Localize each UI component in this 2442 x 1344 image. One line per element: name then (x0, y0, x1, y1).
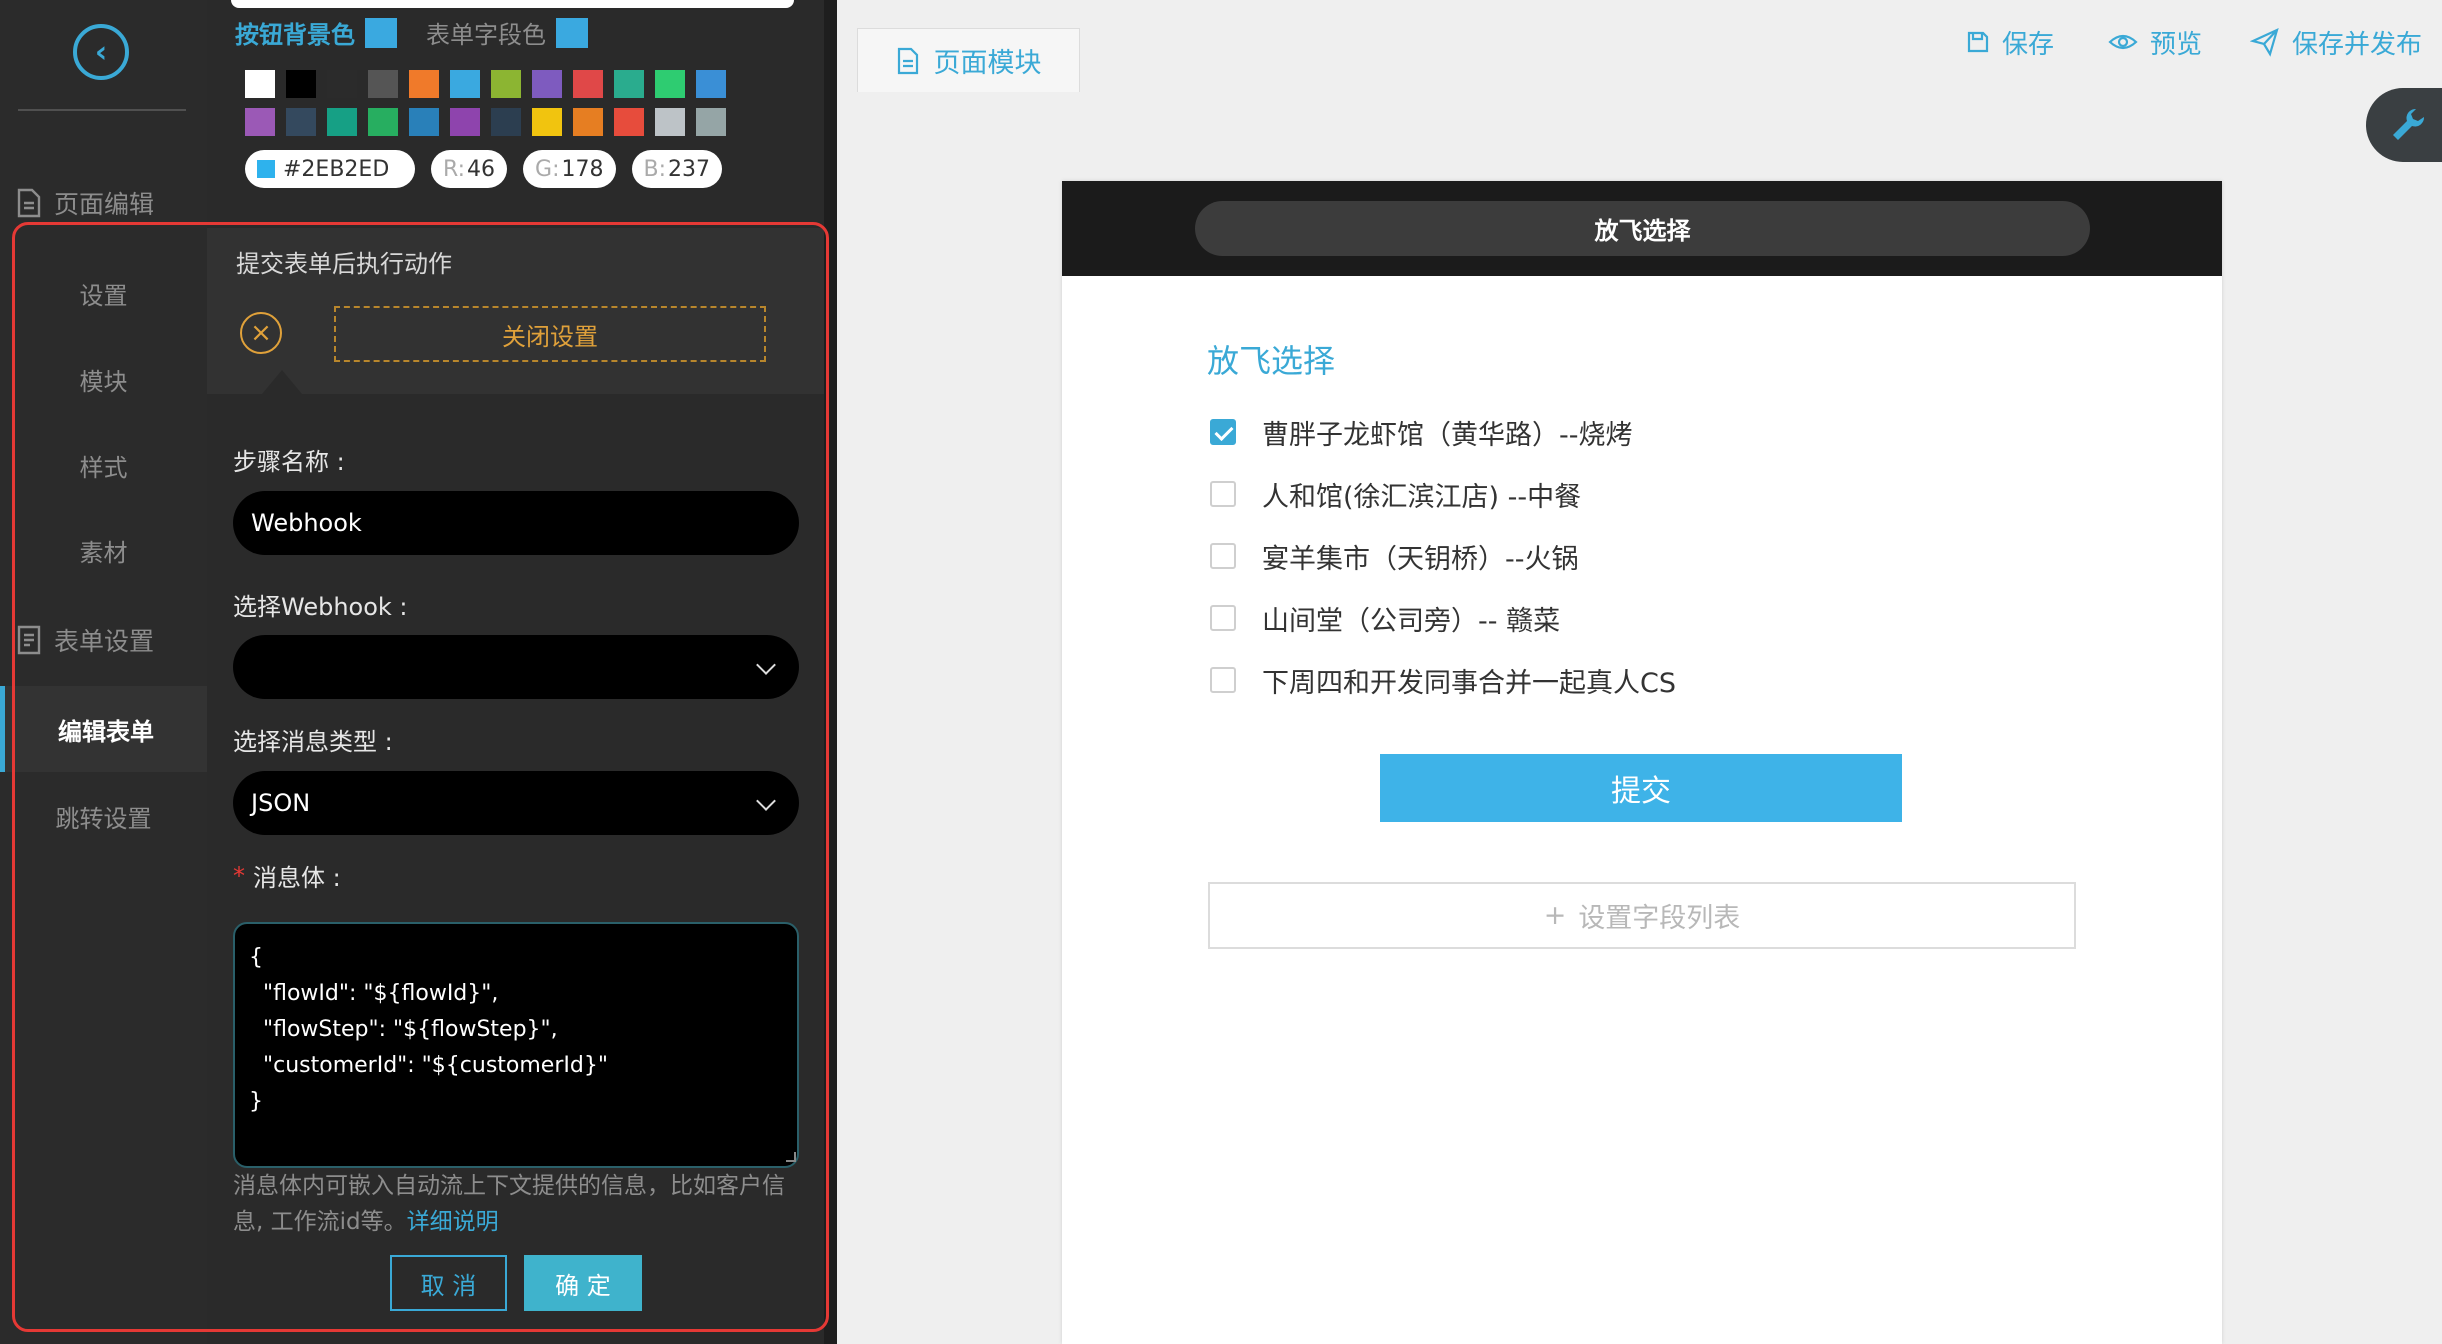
save-publish-label: 保存并发布 (2292, 29, 2423, 60)
color-swatch[interactable] (327, 108, 357, 136)
eye-icon (2108, 34, 2138, 50)
preview-header-title: 放飞选择 (1195, 201, 2090, 256)
swatch-row-2 (245, 108, 726, 136)
hex-input[interactable]: #2EB2ED (245, 150, 415, 188)
color-swatch[interactable] (532, 108, 562, 136)
color-swatch[interactable] (655, 70, 685, 98)
b-input[interactable]: B: 237 (631, 150, 723, 188)
color-swatch[interactable] (450, 70, 480, 98)
color-swatch[interactable] (245, 108, 275, 136)
save-publish-button[interactable]: 保存并发布 (2250, 20, 2422, 64)
highlight-frame (12, 222, 829, 1332)
checkbox-option[interactable]: 人和馆(徐汇滨江店) --中餐 (1210, 474, 1581, 514)
color-swatch[interactable] (614, 70, 644, 98)
checkbox-option[interactable]: 下周四和开发同事合并一起真人CS (1210, 660, 1676, 700)
back-icon[interactable]: ‹ (73, 24, 129, 80)
add-field-list-button[interactable]: + 设置字段列表 (1208, 882, 2076, 949)
color-swatch[interactable] (409, 70, 439, 98)
color-swatch[interactable] (696, 108, 726, 136)
button-bg-color-label: 按钮背景色 (235, 21, 355, 49)
checkbox[interactable] (1210, 543, 1236, 569)
tab-label: 页面模块 (933, 48, 1042, 79)
document-icon (897, 47, 918, 74)
tools-button[interactable] (2366, 88, 2442, 162)
checkbox-label: 宴羊集市（天钥桥）--火锅 (1262, 543, 1579, 575)
color-value-row: #2EB2ED R: 46 G: 178 B: 237 (245, 150, 723, 188)
hex-color-chip (257, 160, 275, 178)
g-input[interactable]: G: 178 (523, 150, 616, 188)
b-value: 237 (668, 156, 711, 182)
document-icon (17, 188, 41, 218)
submit-label: 提交 (1611, 774, 1671, 809)
checkbox[interactable] (1210, 481, 1236, 507)
r-value: 46 (467, 156, 496, 182)
hex-value: #2EB2ED (283, 156, 390, 182)
checkbox-option[interactable]: 山间堂（公司旁）-- 赣菜 (1210, 598, 1560, 638)
color-swatch[interactable] (245, 70, 275, 98)
nav-section-page-edit[interactable]: 页面编辑 (16, 183, 154, 223)
checkbox[interactable] (1210, 667, 1236, 693)
color-swatch[interactable] (491, 108, 521, 136)
nav-divider (18, 109, 186, 111)
preview-label: 预览 (2150, 29, 2203, 60)
color-swatch[interactable] (368, 70, 398, 98)
button-bg-color-swatch (365, 17, 397, 48)
color-swatch[interactable] (573, 108, 603, 136)
color-swatch[interactable] (286, 108, 316, 136)
field-color-option[interactable]: 表单字段色 (426, 15, 588, 50)
nav-section-label: 页面编辑 (54, 190, 155, 219)
preview-button[interactable]: 预览 (2108, 20, 2202, 64)
color-swatch[interactable] (409, 108, 439, 136)
wrench-icon (2393, 108, 2425, 140)
color-swatch[interactable] (573, 70, 603, 98)
checkbox[interactable] (1210, 419, 1236, 445)
color-swatch[interactable] (614, 108, 644, 136)
color-swatch[interactable] (327, 70, 357, 98)
b-key: B: (643, 156, 667, 182)
color-swatch[interactable] (368, 108, 398, 136)
color-swatch[interactable] (286, 70, 316, 98)
checkbox-option[interactable]: 曹胖子龙虾馆（黄华路）--烧烤 (1210, 412, 1633, 452)
button-bg-color-option[interactable]: 按钮背景色 (235, 15, 397, 50)
color-swatch[interactable] (450, 108, 480, 136)
submit-button[interactable]: 提交 (1380, 754, 1902, 822)
checkbox-option[interactable]: 宴羊集市（天钥桥）--火锅 (1210, 536, 1579, 576)
save-label: 保存 (2002, 29, 2055, 60)
checkbox-label: 山间堂（公司旁）-- 赣菜 (1262, 605, 1561, 637)
checkbox-label: 人和馆(徐汇滨江店) --中餐 (1262, 481, 1582, 513)
color-swatch[interactable] (491, 70, 521, 98)
r-input[interactable]: R: 46 (431, 150, 508, 188)
color-input-bottom-edge (231, 0, 794, 8)
question-title: 放飞选择 (1207, 342, 1336, 380)
g-key: G: (535, 156, 560, 182)
header-title-text: 放飞选择 (1594, 217, 1691, 245)
color-swatch[interactable] (655, 108, 685, 136)
save-button[interactable]: 保存 (1966, 20, 2054, 64)
color-swatch[interactable] (696, 70, 726, 98)
color-swatch[interactable] (532, 70, 562, 98)
r-key: R: (443, 156, 466, 182)
swatch-row-1 (245, 70, 726, 98)
checkbox[interactable] (1210, 605, 1236, 631)
plus-icon: + (1543, 900, 1567, 931)
g-value: 178 (561, 156, 604, 182)
checkbox-label: 下周四和开发同事合并一起真人CS (1262, 667, 1676, 699)
add-field-list-label: 设置字段列表 (1578, 903, 1741, 934)
field-color-label: 表单字段色 (426, 21, 546, 49)
checkbox-label: 曹胖子龙虾馆（黄华路）--烧烤 (1262, 419, 1633, 451)
tab-page-module[interactable]: 页面模块 (857, 28, 1080, 92)
field-color-swatch (556, 17, 588, 48)
save-icon (1967, 31, 1989, 53)
send-icon (2250, 27, 2279, 57)
